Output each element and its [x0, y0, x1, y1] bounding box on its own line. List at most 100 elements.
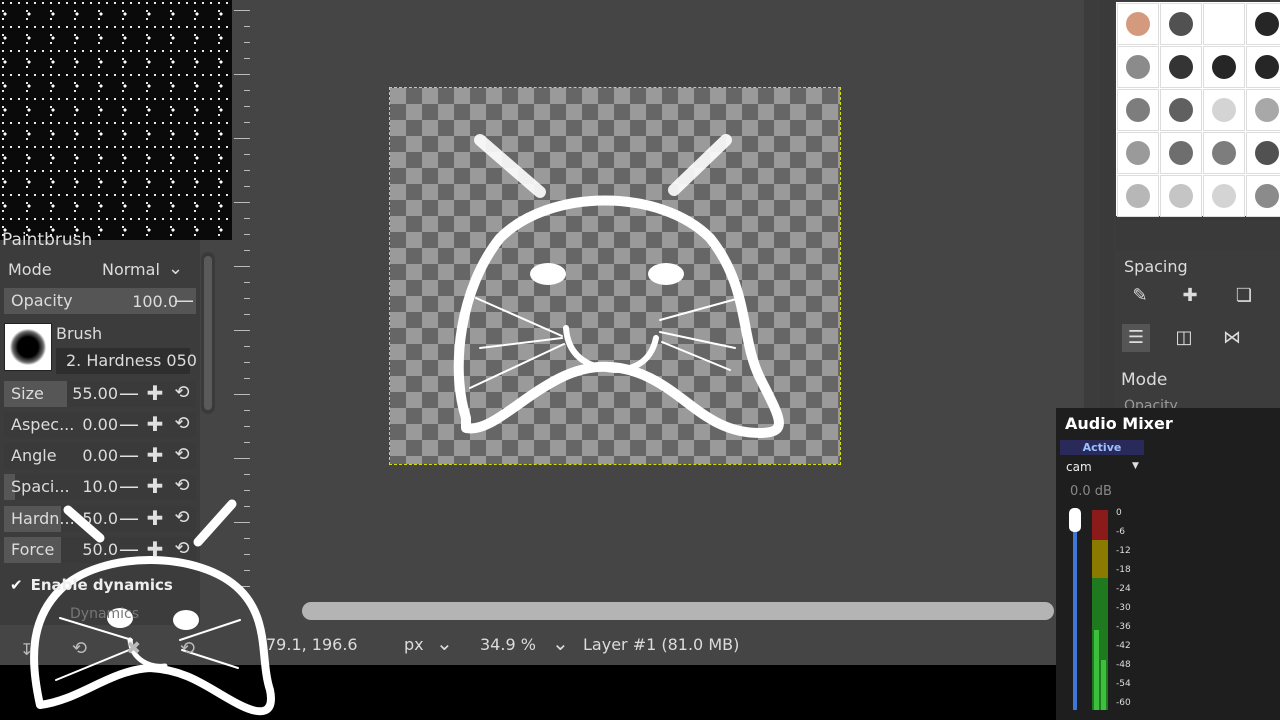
brush-shape-icon: [1169, 184, 1193, 208]
plus-icon[interactable]: ✚: [144, 382, 166, 404]
dock-separator[interactable]: [1100, 0, 1114, 410]
option-slider-1[interactable]: Aspec... 0.00— ✚ ⟲: [4, 412, 196, 438]
grid-view-icon[interactable]: ◫: [1170, 324, 1198, 352]
mode-value: Normal: [102, 260, 160, 279]
brush-cell[interactable]: [1160, 175, 1202, 217]
brush-cell[interactable]: [1203, 132, 1245, 174]
volume-fader-knob[interactable]: [1069, 508, 1081, 532]
delete-options-icon[interactable]: ✖: [126, 638, 141, 659]
brush-cell[interactable]: [1160, 89, 1202, 131]
reset-icon[interactable]: ⟲: [171, 507, 193, 529]
brush-cell[interactable]: [1117, 3, 1159, 45]
brush-cell[interactable]: [1117, 89, 1159, 131]
ruler-tick: [244, 42, 250, 43]
image-canvas[interactable]: [389, 87, 841, 465]
enable-dynamics-checkbox[interactable]: ✔ Enable dynamics: [10, 576, 173, 594]
horizontal-scrollbar[interactable]: [302, 602, 1054, 620]
plus-icon[interactable]: ✚: [144, 413, 166, 435]
brush-cell[interactable]: [1203, 175, 1245, 217]
brush-preview-button[interactable]: [4, 323, 52, 371]
zoom-select[interactable]: 34.9 % ⌄: [474, 629, 576, 659]
new-brush-icon[interactable]: ✚: [1176, 282, 1204, 310]
option-label: Spaci...: [11, 477, 70, 496]
restore-options-icon[interactable]: ⟲: [72, 638, 87, 659]
meter-scale-label: -30: [1116, 603, 1131, 613]
brush-cell[interactable]: [1246, 132, 1280, 174]
caret-down-icon[interactable]: ▼: [1132, 461, 1139, 471]
brush-cell[interactable]: [1246, 175, 1280, 217]
brush-shape-icon: [1169, 55, 1193, 79]
minus-icon[interactable]: —: [118, 475, 140, 497]
meter-scale-label: -6: [1116, 527, 1125, 537]
brush-shape-icon: [1169, 98, 1193, 122]
brushes-grid[interactable]: [1116, 2, 1280, 217]
brush-name-field[interactable]: 2. Hardness 050: [56, 348, 197, 374]
option-slider-3[interactable]: Spaci... 10.0— ✚ ⟲: [4, 474, 196, 500]
brush-cell[interactable]: [1117, 132, 1159, 174]
brush-cell[interactable]: [1203, 89, 1245, 131]
minus-icon[interactable]: —: [118, 413, 140, 435]
option-slider-0[interactable]: Size 55.00— ✚ ⟲: [4, 381, 196, 407]
brush-shape-icon: [1255, 12, 1279, 36]
ruler-tick: [244, 442, 250, 443]
brush-cell[interactable]: [1246, 3, 1280, 45]
reset-icon[interactable]: ⟲: [171, 475, 193, 497]
duplicate-brush-icon[interactable]: ❏: [1230, 282, 1258, 310]
brush-cell[interactable]: [1117, 46, 1159, 88]
brush-cell[interactable]: [1203, 3, 1245, 45]
plus-icon[interactable]: ✚: [144, 444, 166, 466]
option-value: 10.0: [82, 477, 118, 496]
brush-shape-icon: [1212, 12, 1236, 36]
opacity-value: 100.0: [132, 292, 178, 311]
option-slider-2[interactable]: Angle 0.00— ✚ ⟲: [4, 443, 196, 469]
pattern-preview: [0, 0, 240, 240]
reset-icon[interactable]: ⟲: [171, 538, 193, 560]
dock-scrollbar-thumb[interactable]: [204, 256, 212, 410]
ruler-tick: [244, 218, 250, 219]
brush-cell[interactable]: [1160, 3, 1202, 45]
unit-select[interactable]: px ⌄: [398, 629, 462, 659]
minus-icon[interactable]: —: [118, 507, 140, 529]
save-options-icon[interactable]: ↧: [20, 640, 33, 659]
ribbon-icon[interactable]: ⋈: [1218, 324, 1246, 352]
chevron-down-icon: ⌄: [552, 631, 569, 655]
dynamics-label: Dynamics: [70, 606, 140, 622]
ruler-tick: [234, 10, 250, 11]
brush-shape-icon: [1169, 12, 1193, 36]
brush-cell[interactable]: [1160, 132, 1202, 174]
minus-icon[interactable]: —: [118, 538, 140, 560]
brush-cell[interactable]: [1117, 175, 1159, 217]
opacity-label: Opacity: [11, 291, 73, 310]
reset-icon[interactable]: ⟲: [171, 413, 193, 435]
brush-cell[interactable]: [1246, 46, 1280, 88]
edit-brush-icon[interactable]: ✎: [1126, 282, 1154, 310]
brush-cell[interactable]: [1246, 89, 1280, 131]
brush-cell[interactable]: [1203, 46, 1245, 88]
enable-dynamics-label: Enable dynamics: [30, 576, 173, 594]
minus-icon[interactable]: —: [118, 444, 140, 466]
minus-icon[interactable]: —: [118, 382, 140, 404]
mixer-active-tab[interactable]: Active: [1060, 440, 1144, 455]
minus-icon[interactable]: —: [174, 288, 194, 312]
ruler-tick: [244, 538, 250, 539]
plus-icon[interactable]: ✚: [144, 538, 166, 560]
reset-icon[interactable]: ⟲: [171, 382, 193, 404]
cat-drawing: [453, 134, 784, 438]
reset-icon[interactable]: ⟲: [171, 444, 193, 466]
mixer-db-level: 0.0 dB: [1070, 484, 1112, 499]
mode-select[interactable]: Normal ⌄: [98, 256, 190, 282]
option-slider-5[interactable]: Force 50.0— ✚ ⟲: [4, 537, 196, 563]
mixer-source-name[interactable]: cam: [1066, 460, 1092, 474]
dock-scrollbar[interactable]: [201, 252, 215, 414]
meter-scale-label: -42: [1116, 641, 1131, 651]
plus-icon[interactable]: ✚: [144, 507, 166, 529]
meter-scale-label: -12: [1116, 546, 1131, 556]
volume-fader-track[interactable]: [1073, 520, 1077, 710]
opacity-slider[interactable]: Opacity 100.0 —: [4, 288, 196, 314]
list-view-icon[interactable]: ☰: [1122, 324, 1150, 352]
reset-options-icon[interactable]: ⟲: [180, 638, 195, 659]
plus-icon[interactable]: ✚: [144, 475, 166, 497]
option-slider-4[interactable]: Hardn... 50.0— ✚ ⟲: [4, 506, 196, 532]
brush-cell[interactable]: [1160, 46, 1202, 88]
brush-name: 2. Hardness 050: [66, 351, 197, 370]
